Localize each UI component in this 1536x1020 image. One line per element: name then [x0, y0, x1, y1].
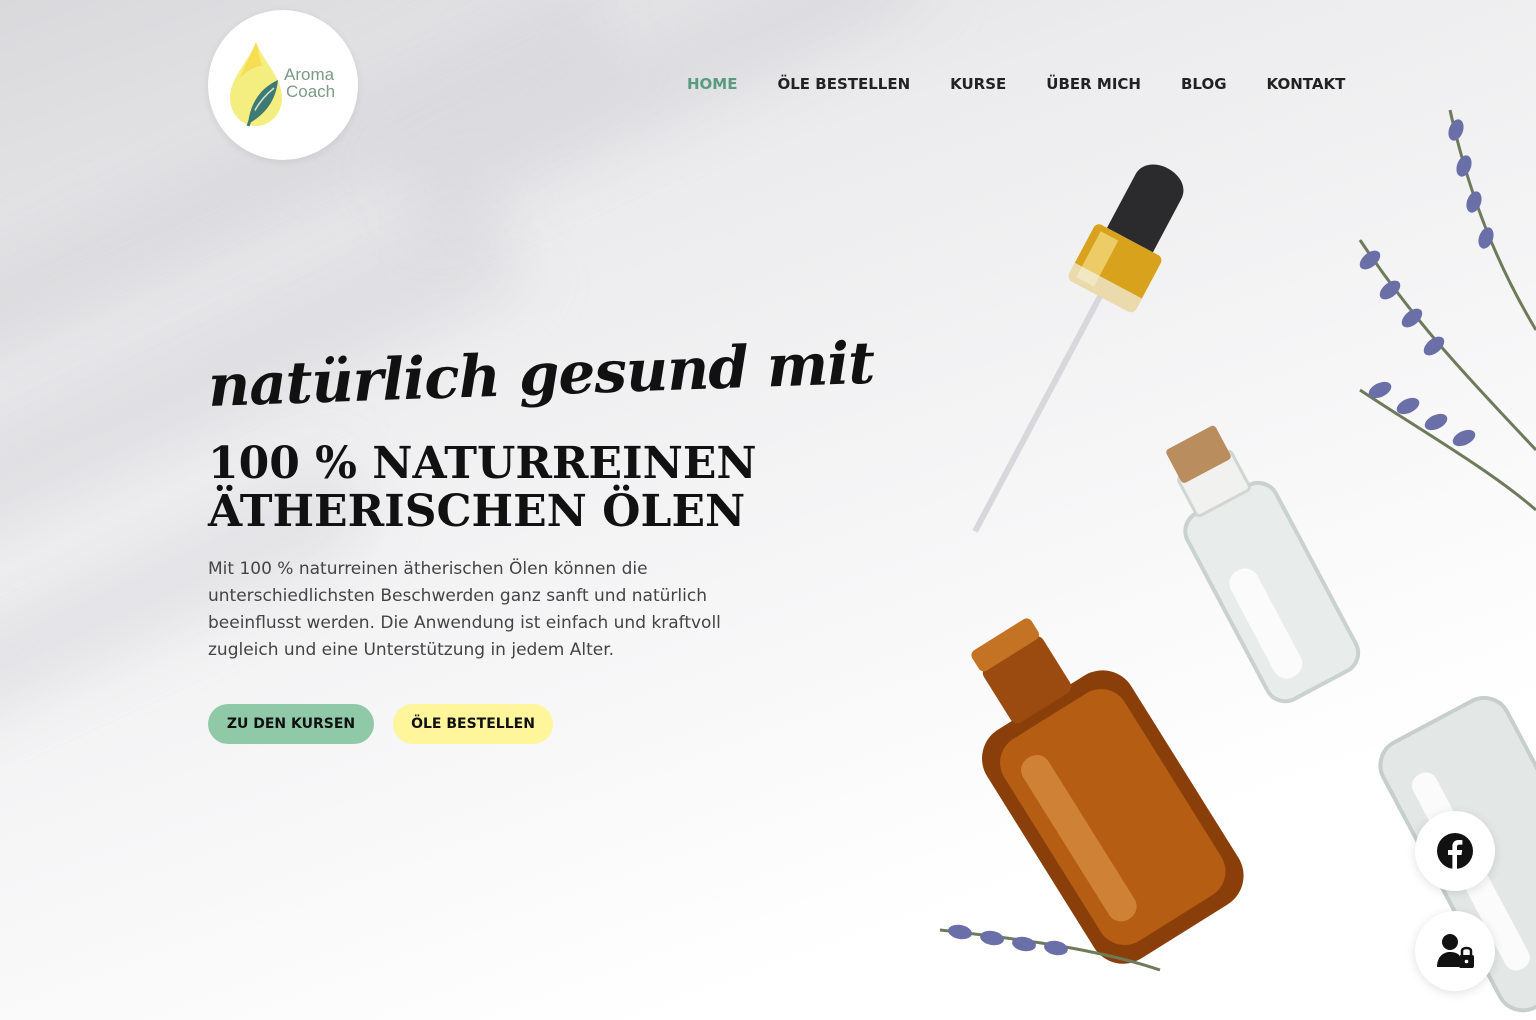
logo-line-1: Aroma: [284, 65, 335, 84]
logo-line-2: Coach: [286, 82, 336, 101]
login-button[interactable]: [1415, 911, 1495, 991]
site-logo[interactable]: Aroma Coach: [208, 10, 358, 160]
oil-drop-leaf-icon: [230, 42, 282, 127]
facebook-button[interactable]: [1415, 811, 1495, 891]
user-lock-icon: [1437, 934, 1474, 968]
hero-intro-text: Mit 100 % naturreinen ätherischen Ölen k…: [208, 559, 721, 660]
page: Aroma Coach HOME ÖLE BESTELLEN KURSE ÜBE…: [0, 0, 1536, 1020]
hero-headline-line-2: ÄTHERISCHEN ÖLEN: [208, 486, 746, 537]
nav-item-home[interactable]: HOME: [687, 75, 737, 93]
facebook-icon: [1437, 833, 1473, 869]
hero-headline-line-1: 100 % NATURREINEN: [208, 438, 757, 489]
logo-text: Aroma Coach: [284, 66, 335, 100]
dropper-pipette: [972, 164, 1184, 533]
amber-bottle: [971, 618, 1244, 964]
order-oils-button[interactable]: ÖLE BESTELLEN: [393, 704, 553, 744]
courses-button[interactable]: ZU DEN KURSEN: [208, 704, 374, 744]
hero-headline: 100 % NATURREINEN ÄTHERISCHEN ÖLEN: [208, 440, 757, 536]
clear-bottle: [1166, 425, 1361, 704]
